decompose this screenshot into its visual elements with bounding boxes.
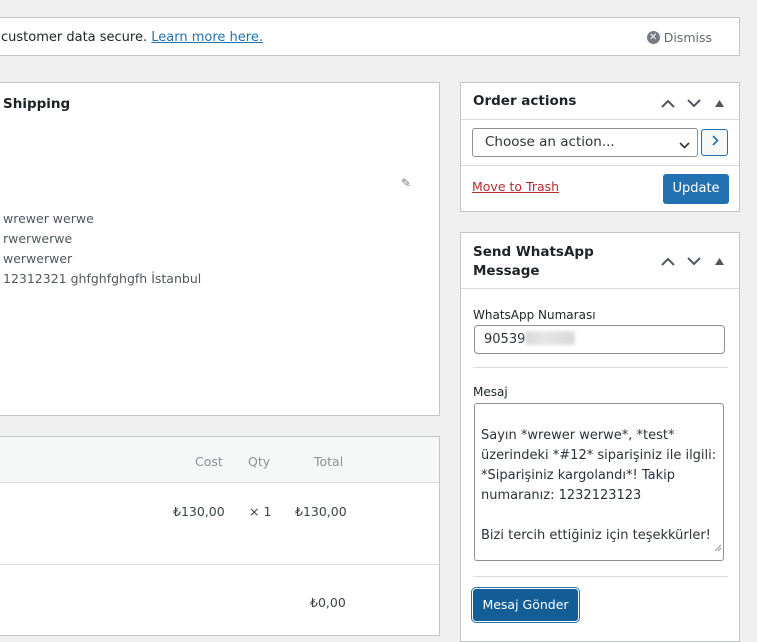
chevron-down-icon[interactable]	[684, 95, 703, 111]
chevron-down-icon[interactable]	[684, 253, 703, 269]
postbox-controls	[658, 95, 729, 111]
resize-grip-icon[interactable]	[714, 539, 722, 559]
triangle-up-icon[interactable]	[710, 253, 729, 269]
dismiss-button[interactable]: ✕ Dismiss	[646, 30, 712, 45]
send-message-button[interactable]: Mesaj Gönder	[473, 589, 578, 621]
shipping-address-1: rwerwerwe	[3, 231, 73, 246]
phone-input[interactable]: 90539	[474, 325, 725, 354]
whatsapp-box-title: Send WhatsApp Message	[473, 244, 594, 279]
divider	[0, 564, 439, 565]
shipping-heading: Shipping	[3, 96, 71, 112]
divider	[473, 576, 728, 577]
shipping-name: wrewer werwe	[3, 211, 94, 226]
divider	[461, 288, 739, 289]
chevron-right-icon	[711, 135, 719, 150]
order-action-select[interactable]: Choose an action...	[472, 128, 698, 157]
column-qty: Qty	[248, 454, 271, 469]
chevron-up-icon[interactable]	[658, 95, 677, 111]
update-button[interactable]: Update	[663, 174, 729, 204]
order-items-panel: Cost Qty Total ₺130,00 × 1 ₺130,00 ₺0,00	[0, 436, 440, 636]
notice-bar: customer data secure. Learn more here. ✕…	[0, 17, 740, 56]
dismiss-label: Dismiss	[663, 30, 712, 45]
redacted-digits	[525, 331, 576, 345]
items-table-header: Cost Qty Total	[0, 437, 439, 483]
column-cost: Cost	[195, 454, 223, 469]
phone-value: 90539	[484, 332, 526, 347]
divider	[461, 165, 739, 166]
order-actions-box: Order actions Choose an action... Move t…	[460, 82, 740, 212]
message-label: Mesaj	[473, 385, 508, 399]
whatsapp-message-box: Send WhatsApp Message WhatsApp Numarası …	[460, 232, 740, 642]
summary-value: ₺0,00	[310, 595, 346, 610]
order-actions-title: Order actions	[473, 93, 577, 109]
order-action-select-value: Choose an action...	[485, 134, 615, 150]
message-textarea[interactable]: Sayın *wrewer werwe*, *test* üzerindeki …	[474, 403, 724, 561]
chevron-up-icon[interactable]	[658, 253, 677, 269]
divider	[473, 367, 728, 368]
apply-action-button[interactable]	[701, 129, 728, 156]
item-total: ₺130,00	[295, 504, 347, 519]
postbox-controls	[658, 253, 729, 269]
divider	[461, 119, 739, 120]
chevron-down-icon	[678, 135, 691, 162]
move-to-trash-link[interactable]: Move to Trash	[472, 179, 559, 194]
item-qty: × 1	[249, 504, 272, 519]
notice-text: customer data secure. Learn more here.	[1, 30, 263, 45]
column-total: Total	[314, 454, 344, 469]
triangle-up-icon[interactable]	[710, 95, 729, 111]
order-address-panel	[0, 82, 440, 416]
pencil-icon[interactable]: ✎	[401, 176, 411, 190]
learn-more-link[interactable]: Learn more here.	[151, 30, 263, 45]
shipping-address-2: werwerwer	[3, 251, 73, 266]
phone-label: WhatsApp Numarası	[473, 308, 596, 322]
message-text: Sayın *wrewer werwe*, *test* üzerindeki …	[481, 428, 717, 543]
close-circle-icon: ✕	[646, 31, 660, 44]
item-cost: ₺130,00	[173, 504, 225, 519]
shipping-city: 12312321 ghfghfghgfh İstanbul	[3, 271, 202, 286]
